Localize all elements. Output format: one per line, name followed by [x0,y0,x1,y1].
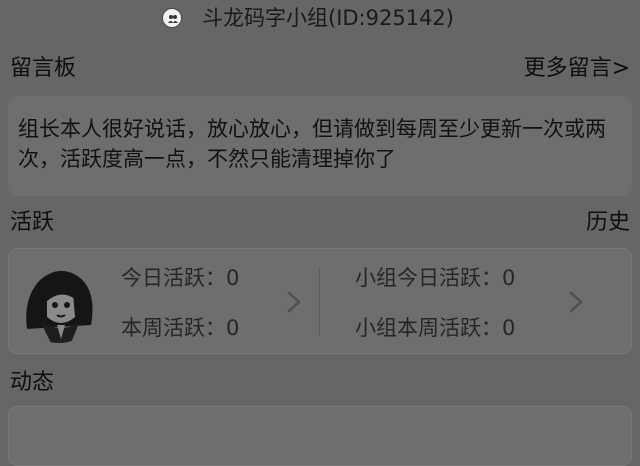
group-today-activity: 小组今日活跃：0 [355,263,515,293]
chevron-right-icon[interactable] [283,287,305,317]
group-today-activity-label: 小组今日活跃： [355,266,502,290]
activity-title: 活跃 [10,210,55,235]
group-week-activity-value: 0 [502,316,516,340]
message-board-title: 留言板 [10,56,77,81]
message-card[interactable]: 组长本人很好说话，放心放心，但请做到每周至少更新一次或两次，活跃度高一点，不然只… [8,96,632,196]
top-bar: 斗龙码字小组(ID:925142) [0,0,640,36]
week-activity-label: 本周活跃： [121,316,226,340]
today-activity-label: 今日活跃： [121,266,226,290]
group-icon [162,8,182,28]
group-today-activity-value: 0 [502,266,516,290]
dynamics-title: 动态 [10,370,55,395]
today-activity: 今日活跃：0 [121,263,239,293]
stats-divider [319,269,320,335]
more-messages-link[interactable]: 更多留言> [524,54,630,84]
group-week-activity-label: 小组本周活跃： [355,316,502,340]
history-link[interactable]: 历史 [586,208,630,238]
chevron-right-icon[interactable] [565,287,587,317]
week-activity: 本周活跃：0 [121,313,239,343]
page-title: 斗龙码字小组(ID:925142) [202,6,454,30]
activity-card: 今日活跃：0 本周活跃：0 小组今日活跃：0 小组本周活跃：0 [8,248,632,354]
today-activity-value: 0 [226,266,240,290]
week-activity-value: 0 [226,316,240,340]
group-week-activity: 小组本周活跃：0 [355,313,515,343]
message-text: 组长本人很好说话，放心放心，但请做到每周至少更新一次或两次，活跃度高一点，不然只… [18,117,606,171]
dynamics-card [8,406,632,466]
avatar[interactable] [17,259,101,343]
